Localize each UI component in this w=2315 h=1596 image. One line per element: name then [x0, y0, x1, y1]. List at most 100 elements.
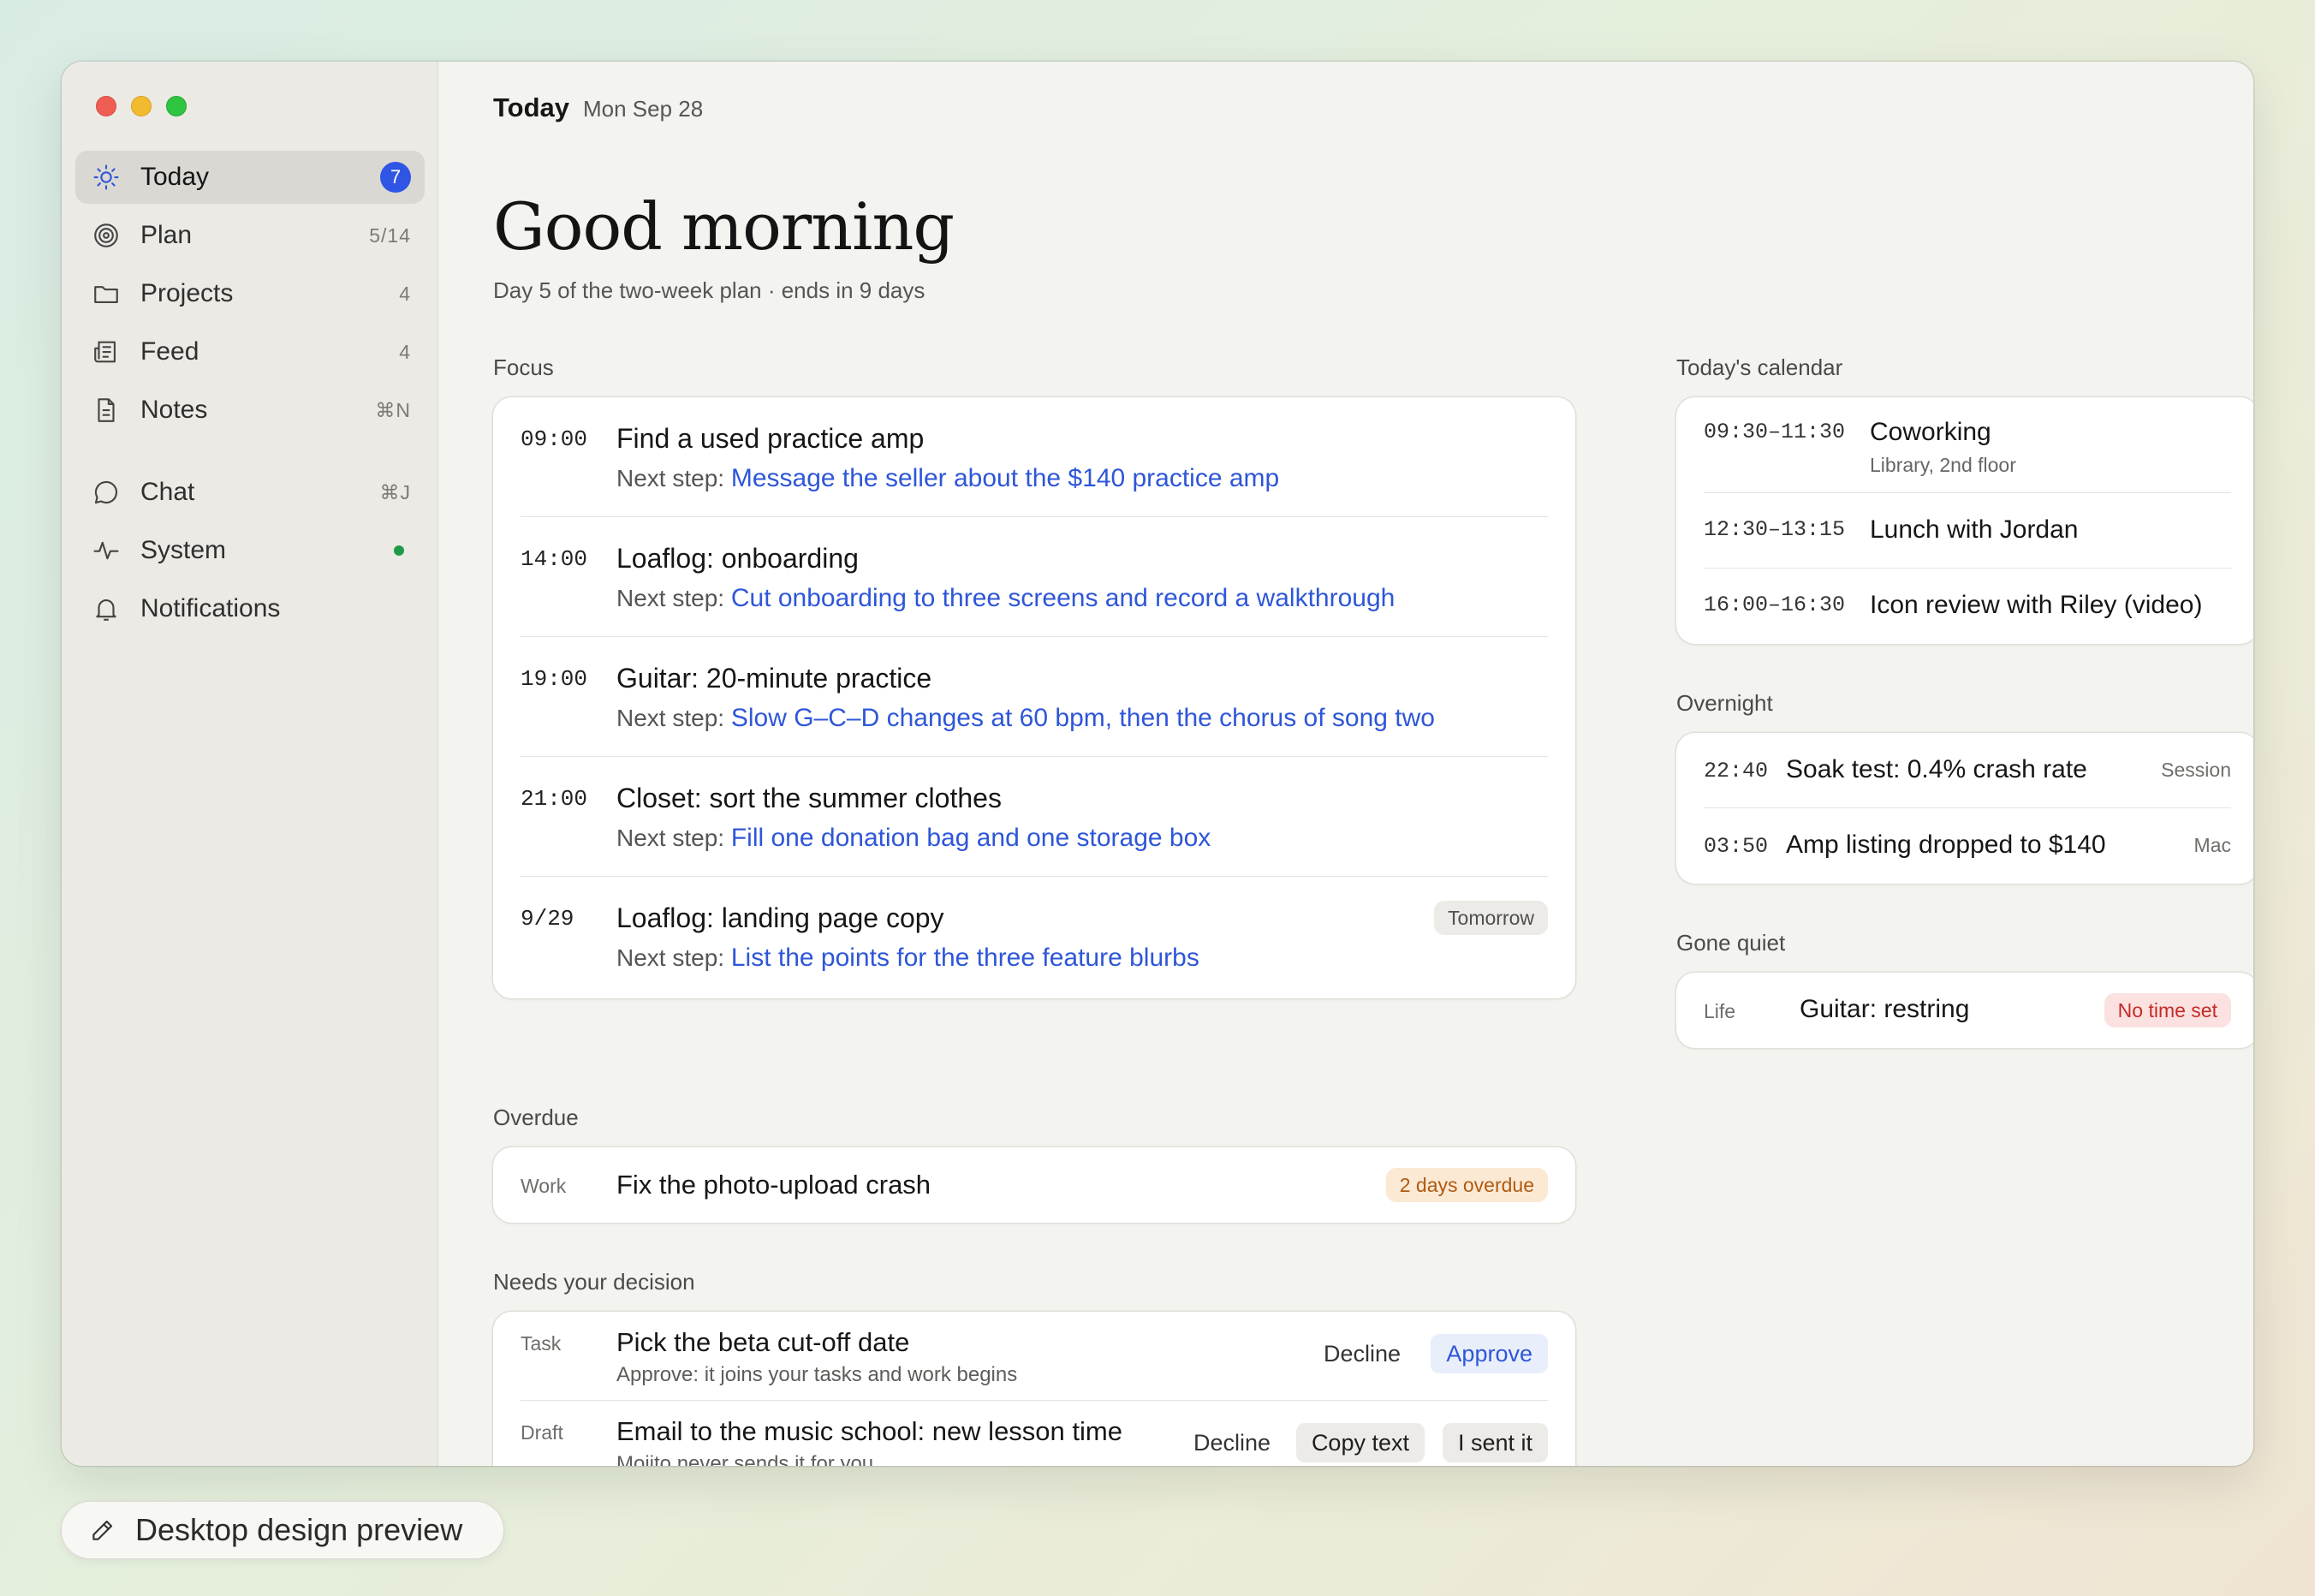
decision-title: Email to the music school: new lesson ti…	[616, 1416, 1122, 1446]
event-title: Lunch with Jordan	[1870, 515, 2079, 544]
overnight-title: Soak test: 0.4% crash rate	[1786, 755, 2087, 783]
minimize-window-button[interactable]	[131, 96, 152, 116]
overdue-badge: 2 days overdue	[1385, 1168, 1548, 1202]
overnight-item[interactable]: 22:40 Soak test: 0.4% crash rate Session	[1704, 733, 2231, 808]
copy-text-button[interactable]: Copy text	[1295, 1423, 1425, 1462]
system-status-dot	[394, 545, 404, 556]
focus-title: Loaflog: onboarding	[616, 543, 859, 574]
decision-subtitle: Mojito never sends it for you	[616, 1452, 874, 1466]
decision-row: Task Pick the beta cut-off date Approve:…	[521, 1312, 1548, 1401]
today-count-badge: 7	[380, 162, 411, 193]
gone-quiet-card[interactable]: Life Guitar: restring No time set	[1676, 973, 2253, 1048]
sidebar-item-feed[interactable]: Feed 4	[75, 325, 425, 378]
tomorrow-badge: Tomorrow	[1434, 901, 1548, 935]
overnight-time: 03:50	[1704, 834, 1769, 859]
focus-time: 9/29	[521, 906, 574, 932]
bell-icon	[91, 593, 122, 624]
newspaper-icon	[91, 336, 122, 367]
focus-item[interactable]: 19:00 Guitar: 20-minute practice Next st…	[521, 637, 1548, 757]
approve-button[interactable]: Approve	[1431, 1334, 1548, 1373]
next-step-link[interactable]: Message the seller about the $140 practi…	[731, 464, 1279, 492]
greeting-heading: Good morning	[493, 188, 955, 265]
app-window: Today 7 Plan 5/14 Projects 4 Feed 4 Note…	[62, 62, 2253, 1466]
calendar-card: 09:30–11:30 Coworking Library, 2nd floor…	[1676, 397, 2253, 644]
page-date: Mon Sep 28	[583, 96, 704, 122]
decision-card: Task Pick the beta cut-off date Approve:…	[493, 1312, 1575, 1466]
gone-quiet-tag: Life	[1704, 1000, 1736, 1022]
sidebar-item-notes[interactable]: Notes ⌘N	[75, 384, 425, 437]
decision-tag: Task	[521, 1332, 562, 1355]
focus-item[interactable]: 09:00 Find a used practice amp Next step…	[521, 397, 1548, 517]
sidebar-item-count: 4	[399, 340, 411, 363]
next-step: Next step: Message the seller about the …	[616, 464, 1280, 492]
overnight-source: Session	[2161, 759, 2231, 781]
next-step-link[interactable]: Cut onboarding to three screens and reco…	[731, 584, 1395, 612]
pencil-icon	[92, 1520, 113, 1540]
focus-item[interactable]: 21:00 Closet: sort the summer clothes Ne…	[521, 757, 1548, 877]
desktop-design-preview-button[interactable]: Desktop design preview	[62, 1502, 503, 1558]
overdue-tag: Work	[521, 1175, 567, 1197]
event-time: 12:30–13:15	[1704, 517, 1846, 542]
sidebar-nav: Today 7 Plan 5/14 Projects 4 Feed 4 Note…	[75, 151, 425, 640]
focus-item[interactable]: 9/29 Loaflog: landing page copy Next ste…	[521, 877, 1548, 997]
gone-quiet-title: Guitar: restring	[1800, 995, 1970, 1023]
sidebar-item-count: 4	[399, 282, 411, 305]
next-step-link[interactable]: List the points for the three feature bl…	[731, 944, 1199, 972]
i-sent-it-button[interactable]: I sent it	[1442, 1423, 1548, 1462]
overnight-title: Amp listing dropped to $140	[1786, 831, 2106, 859]
target-icon	[91, 220, 122, 251]
focus-time: 21:00	[521, 786, 588, 812]
decline-button[interactable]: Decline	[1181, 1423, 1282, 1462]
calendar-event[interactable]: 12:30–13:15 Lunch with Jordan	[1704, 493, 2231, 569]
preview-label: Desktop design preview	[135, 1512, 463, 1547]
sidebar-item-plan[interactable]: Plan 5/14	[75, 209, 425, 262]
sidebar-item-label: Notes	[140, 396, 208, 424]
decision-section-label: Needs your decision	[493, 1269, 695, 1295]
overnight-card: 22:40 Soak test: 0.4% crash rate Session…	[1676, 733, 2253, 884]
calendar-event[interactable]: 16:00–16:30 Icon review with Riley (vide…	[1704, 569, 2231, 644]
sidebar-item-today[interactable]: Today 7	[75, 151, 425, 204]
next-step-link[interactable]: Slow G–C–D changes at 60 bpm, then the c…	[731, 704, 1435, 732]
focus-title: Loaflog: landing page copy	[616, 902, 944, 933]
next-step: Next step: Cut onboarding to three scree…	[616, 584, 1396, 612]
next-step-link[interactable]: Fill one donation bag and one storage bo…	[731, 824, 1211, 852]
focus-title: Closet: sort the summer clothes	[616, 783, 1002, 813]
overnight-item[interactable]: 03:50 Amp listing dropped to $140 Mac	[1704, 808, 2231, 884]
pulse-icon	[91, 535, 122, 566]
sidebar-item-count: 5/14	[369, 223, 411, 247]
event-title: Coworking	[1870, 418, 1991, 446]
focus-time: 19:00	[521, 666, 588, 692]
event-location: Library, 2nd floor	[1870, 454, 2016, 476]
focus-time: 09:00	[521, 426, 588, 452]
sidebar-item-label: Chat	[140, 478, 195, 506]
sun-icon	[91, 162, 122, 193]
close-window-button[interactable]	[96, 96, 116, 116]
sidebar-item-label: Plan	[140, 221, 193, 249]
folder-icon	[91, 278, 122, 309]
overdue-section-label: Overdue	[493, 1105, 579, 1130]
sidebar-item-chat[interactable]: Chat ⌘J	[75, 466, 425, 519]
decision-tag: Draft	[521, 1421, 563, 1444]
sidebar-item-label: Today	[140, 163, 210, 191]
sidebar-item-notifications[interactable]: Notifications	[75, 582, 425, 635]
focus-title: Find a used practice amp	[616, 423, 925, 454]
chat-shortcut: ⌘J	[379, 480, 411, 503]
focus-item[interactable]: 14:00 Loaflog: onboarding Next step: Cut…	[521, 517, 1548, 637]
sidebar: Today 7 Plan 5/14 Projects 4 Feed 4 Note…	[62, 62, 438, 1466]
focus-card: 09:00 Find a used practice amp Next step…	[493, 397, 1575, 998]
next-step: Next step: Slow G–C–D changes at 60 bpm,…	[616, 704, 1435, 732]
sidebar-item-label: Notifications	[140, 594, 281, 622]
page-title: Today	[493, 92, 569, 122]
focus-title: Guitar: 20-minute practice	[616, 663, 932, 694]
plan-progress-text: Day 5 of the two-week plan · ends in 9 d…	[493, 277, 925, 303]
window-controls	[96, 96, 187, 116]
overdue-card[interactable]: Work Fix the photo-upload crash 2 days o…	[493, 1147, 1575, 1223]
calendar-event[interactable]: 09:30–11:30 Coworking Library, 2nd floor	[1704, 397, 2231, 493]
event-time: 09:30–11:30	[1704, 420, 1846, 444]
zoom-window-button[interactable]	[166, 96, 187, 116]
sidebar-item-system[interactable]: System	[75, 524, 425, 577]
sidebar-item-projects[interactable]: Projects 4	[75, 267, 425, 320]
chat-bubble-icon	[91, 477, 122, 508]
event-title: Icon review with Riley (video)	[1870, 591, 2203, 619]
decline-button[interactable]: Decline	[1312, 1334, 1413, 1373]
